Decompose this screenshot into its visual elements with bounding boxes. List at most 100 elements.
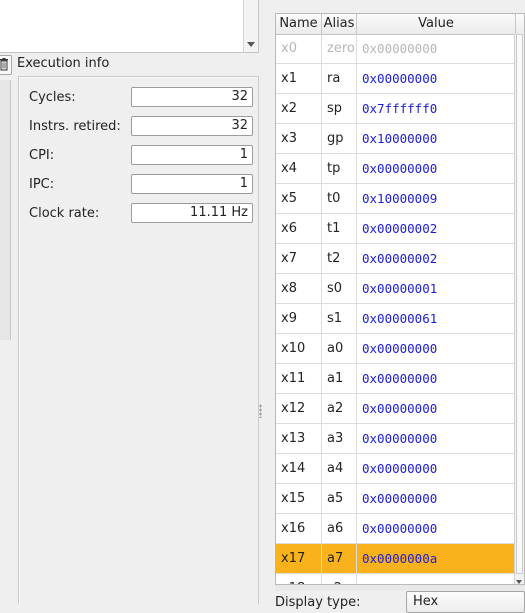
register-name-cell: x6	[276, 214, 322, 243]
register-alias-cell: a0	[322, 334, 357, 363]
register-alias-cell: t1	[322, 214, 357, 243]
register-alias-cell: ra	[322, 64, 357, 93]
register-table-scrollbar[interactable]	[514, 34, 524, 584]
register-name-cell: x16	[276, 514, 322, 543]
execution-info-group: Cycles: 32 Instrs. retired: 32 CPI: 1 IP…	[18, 76, 259, 604]
instrs-retired-label: Instrs. retired:	[29, 119, 121, 134]
register-alias-cell: a1	[322, 364, 357, 393]
scroll-down-arrow-icon[interactable]	[247, 42, 255, 47]
register-alias-cell: s1	[322, 304, 357, 333]
register-name-cell: x3	[276, 124, 322, 153]
register-alias-cell: zero	[322, 34, 357, 63]
register-value-cell[interactable]: 0x00000002	[357, 244, 516, 273]
register-alias-cell: a4	[322, 454, 357, 483]
alias-column-header[interactable]: Alias	[322, 14, 357, 34]
register-value-cell[interactable]: 0x10000000	[357, 124, 516, 153]
register-row-x17[interactable]: x17 a7 0x0000000a	[276, 544, 516, 574]
register-value-cell[interactable]: 0x00000000	[357, 34, 516, 63]
register-row-x9[interactable]: x9 s1 0x00000061	[276, 304, 516, 334]
register-row-x7[interactable]: x7 t2 0x00000002	[276, 244, 516, 274]
register-alias-cell: t2	[322, 244, 357, 273]
register-value-cell[interactable]: 0x00000001	[357, 274, 516, 303]
register-table[interactable]: Name Alias Value x0 zero 0x00000000 x1 ra 0x0…	[275, 13, 525, 585]
register-table-body: x0 zero 0x00000000 x1 ra 0x00000000 x2 sp 0x7fff…	[276, 34, 516, 584]
register-value-cell[interactable]: 0x00000000	[357, 514, 516, 543]
scroll-down-arrow-icon[interactable]	[516, 580, 522, 584]
clock-rate-field[interactable]: 11.11 Hz	[131, 203, 253, 223]
register-row-x8[interactable]: x8 s0 0x00000001	[276, 274, 516, 304]
register-row-x18[interactable]: x18s20x00000000	[276, 574, 516, 584]
register-value-cell[interactable]: 0x7ffffff0	[357, 94, 516, 123]
register-value-cell[interactable]: 0x00000000	[357, 484, 516, 513]
register-table-header: Name Alias Value	[276, 14, 524, 35]
register-row-x12[interactable]: x12 a2 0x00000000	[276, 394, 516, 424]
register-alias-cell: a7	[322, 544, 357, 573]
register-row-x11[interactable]: x11 a1 0x00000000	[276, 364, 516, 394]
name-column-header[interactable]: Name	[276, 14, 322, 34]
register-name-cell: x13	[276, 424, 322, 453]
register-row-x2[interactable]: x2 sp 0x7ffffff0	[276, 94, 516, 124]
register-value-cell[interactable]: 0x00000002	[357, 214, 516, 243]
top-list-scrollbar[interactable]	[243, 0, 258, 52]
register-alias-cell: sp	[322, 94, 357, 123]
register-value-cell[interactable]: 0x00000000	[357, 64, 516, 93]
cycles-field[interactable]: 32	[131, 87, 253, 107]
register-name-cell: x8	[276, 274, 322, 303]
execution-info-title: Execution info	[17, 56, 110, 71]
ipc-field[interactable]: 1	[131, 174, 253, 194]
register-alias-cell: a5	[322, 484, 357, 513]
cpi-label: CPI:	[29, 148, 55, 163]
register-alias-cell: tp	[322, 154, 357, 183]
register-name-cell: x18	[276, 574, 322, 584]
register-name-cell: x11	[276, 364, 322, 393]
register-row-x1[interactable]: x1 ra 0x00000000	[276, 64, 516, 94]
register-row-x16[interactable]: x16 a6 0x00000000	[276, 514, 516, 544]
register-value-cell[interactable]: 0x00000061	[357, 304, 516, 333]
register-name-cell: x5	[276, 184, 322, 213]
register-name-cell: x4	[276, 154, 322, 183]
register-value-cell[interactable]: 0x00000000	[357, 574, 516, 584]
delete-button[interactable]	[0, 55, 12, 75]
register-value-cell[interactable]: 0x00000000	[357, 394, 516, 423]
register-row-x6[interactable]: x6 t1 0x00000002	[276, 214, 516, 244]
register-value-cell[interactable]: 0x00000000	[357, 364, 516, 393]
register-value-cell[interactable]: 0x00000000	[357, 154, 516, 183]
ipc-label: IPC:	[29, 177, 55, 192]
register-name-cell: x2	[276, 94, 322, 123]
register-row-x15[interactable]: x15 a5 0x00000000	[276, 484, 516, 514]
register-value-cell[interactable]: 0x00000000	[357, 334, 516, 363]
side-panel-strip	[0, 80, 11, 340]
register-row-x3[interactable]: x3 gp 0x10000000	[276, 124, 516, 154]
register-value-cell[interactable]: 0x00000000	[357, 454, 516, 483]
instrs-retired-field[interactable]: 32	[131, 116, 253, 136]
register-name-cell: x7	[276, 244, 322, 273]
register-row-x13[interactable]: x13 a3 0x00000000	[276, 424, 516, 454]
register-row-x0[interactable]: x0 zero 0x00000000	[276, 34, 516, 64]
register-row-x5[interactable]: x5 t0 0x10000009	[276, 184, 516, 214]
register-scroll-thumb[interactable]	[516, 34, 523, 574]
register-alias-cell: gp	[322, 124, 357, 153]
register-alias-cell: a2	[322, 394, 357, 423]
register-name-cell: x15	[276, 484, 322, 513]
register-alias-cell: a3	[322, 424, 357, 453]
value-column-header[interactable]: Value	[357, 14, 516, 34]
top-list-panel[interactable]	[0, 0, 259, 53]
register-alias-cell: a6	[322, 514, 357, 543]
register-name-cell: x9	[276, 304, 322, 333]
clock-rate-label: Clock rate:	[29, 206, 100, 221]
register-alias-cell: t0	[322, 184, 357, 213]
register-name-cell: x17	[276, 544, 322, 573]
register-value-cell[interactable]: 0x0000000a	[357, 544, 516, 573]
display-type-select[interactable]: Hex	[406, 591, 525, 613]
register-value-cell[interactable]: 0x00000000	[357, 424, 516, 453]
register-name-cell: x14	[276, 454, 322, 483]
register-row-x4[interactable]: x4 tp 0x00000000	[276, 154, 516, 184]
register-name-cell: x12	[276, 394, 322, 423]
register-name-cell: x0	[276, 34, 322, 63]
splitter-handle[interactable]	[259, 404, 262, 418]
cpi-field[interactable]: 1	[131, 145, 253, 165]
register-value-cell[interactable]: 0x10000009	[357, 184, 516, 213]
register-row-x14[interactable]: x14 a4 0x00000000	[276, 454, 516, 484]
register-name-cell: x10	[276, 334, 322, 363]
register-row-x10[interactable]: x10 a0 0x00000000	[276, 334, 516, 364]
